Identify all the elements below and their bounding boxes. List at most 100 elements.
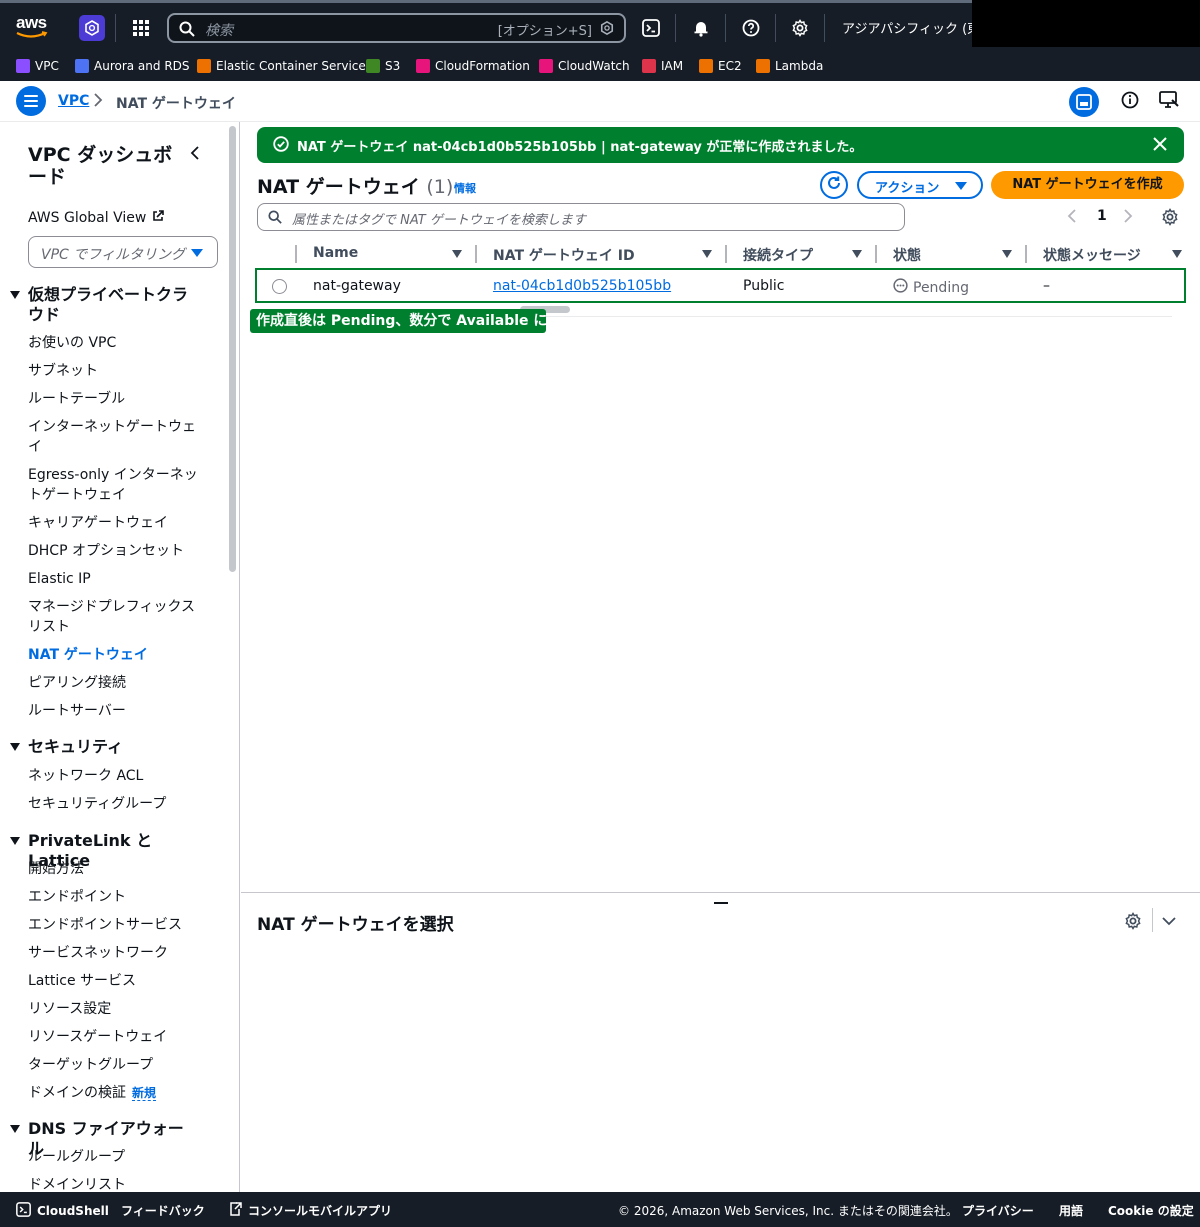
sidebar-item-nat-gateways[interactable]: NAT ゲートウェイ (28, 645, 203, 665)
amazon-q-small-icon (600, 20, 614, 39)
column-header-state-message[interactable]: 状態メッセージ (1043, 245, 1141, 265)
pagination-page-number[interactable]: 1 (1097, 208, 1107, 224)
sort-caret-icon[interactable] (852, 250, 862, 258)
sidebar-item-network-acl[interactable]: ネットワーク ACL (28, 766, 203, 786)
sidebar-item-service-networks[interactable]: サービスネットワーク (28, 943, 203, 963)
column-header-nat-id[interactable]: NAT ゲートウェイ ID (493, 245, 635, 265)
sidebar-item-lattice-services[interactable]: Lattice サービス (28, 971, 203, 991)
global-search-input[interactable]: 検索 [オプション+S] (167, 13, 626, 43)
sidebar-item-endpoints[interactable]: エンドポイント (28, 887, 203, 907)
feedback-monitor-icon[interactable] (1159, 91, 1179, 113)
footer-cloudshell-label: CloudShell (37, 1204, 109, 1218)
pagination-prev-icon[interactable] (1067, 209, 1077, 227)
search-placeholder: 検索 (205, 23, 233, 39)
split-panel-divider (241, 892, 1200, 893)
column-header-state[interactable]: 状態 (893, 245, 921, 265)
favorite-lambda[interactable]: Lambda (756, 59, 823, 73)
refresh-icon (826, 175, 842, 195)
aws-logo[interactable]: aws (16, 14, 50, 40)
column-divider (875, 245, 877, 263)
sidebar-item-carrier-gateways[interactable]: キャリアゲートウェイ (28, 513, 203, 533)
settings-gear-icon[interactable] (789, 17, 811, 39)
sidebar-section-security[interactable]: セキュリティ (10, 737, 198, 757)
sidebar-section-vpc[interactable]: 仮想プライベートクラウド (10, 285, 198, 325)
info-link[interactable]: 情報 (454, 180, 476, 196)
amazon-q-icon[interactable] (79, 15, 105, 41)
sidebar-item-security-groups[interactable]: セキュリティグループ (28, 794, 203, 814)
vpc-filter-select[interactable]: VPC でフィルタリング (28, 236, 218, 268)
sidebar-item-resource-configs[interactable]: リソース設定 (28, 999, 203, 1019)
sidebar-item-elastic-ip[interactable]: Elastic IP (28, 569, 203, 589)
table-preferences-gear-icon[interactable] (1161, 208, 1179, 230)
footer-cloudshell-button[interactable]: CloudShell (16, 1202, 109, 1220)
favorite-iam[interactable]: IAM (642, 59, 683, 73)
sidebar-item-domain-verification[interactable]: ドメインの検証 新規 (28, 1083, 203, 1103)
favorite-vpc[interactable]: VPC (16, 59, 59, 73)
footer-privacy-link[interactable]: プライバシー (962, 1202, 1034, 1219)
vpc-service-icon (16, 59, 30, 73)
column-header-connectivity-type[interactable]: 接続タイプ (743, 245, 813, 265)
column-header-name[interactable]: Name (313, 245, 358, 261)
favorite-cloudformation[interactable]: CloudFormation (416, 59, 530, 73)
sidebar-item-route-tables[interactable]: ルートテーブル (28, 389, 203, 409)
column-divider (295, 245, 297, 263)
annotation-callout: 作成直後は Pending、数分で Available に (250, 309, 547, 333)
sidebar-item-your-vpcs[interactable]: お使いの VPC (28, 333, 203, 353)
sort-caret-icon[interactable] (452, 250, 462, 258)
info-panel-icon[interactable] (1121, 91, 1139, 113)
breadcrumb-vpc-link[interactable]: VPC (58, 93, 89, 109)
ecs-service-icon (197, 59, 211, 73)
sort-caret-icon[interactable] (1172, 250, 1182, 258)
split-panel-gear-icon[interactable] (1124, 912, 1142, 934)
favorite-aurora-rds[interactable]: Aurora and RDS (75, 59, 190, 73)
sidebar-item-endpoint-services[interactable]: エンドポイントサービス (28, 915, 203, 935)
refresh-button[interactable] (820, 171, 848, 199)
footer-mobile-app-link[interactable]: コンソールモバイルアプリ (229, 1202, 392, 1219)
sidebar-item-resource-gateways[interactable]: リソースゲートウェイ (28, 1027, 203, 1047)
sidebar-scrollbar[interactable] (229, 126, 236, 572)
sort-caret-icon[interactable] (1002, 250, 1012, 258)
chevron-right-icon (93, 93, 103, 111)
footer-feedback-link[interactable]: フィードバック (121, 1202, 205, 1219)
pagination-next-icon[interactable] (1123, 209, 1133, 227)
split-panel-resize-handle[interactable] (714, 902, 728, 904)
chevron-down-icon[interactable] (1161, 913, 1177, 933)
sidebar-item-rule-groups[interactable]: ルールグループ (28, 1147, 203, 1167)
side-nav-toggle-button[interactable] (16, 86, 46, 116)
nav-divider (725, 14, 726, 42)
sort-caret-icon[interactable] (702, 250, 712, 258)
sidebar-title[interactable]: VPC ダッシュボード (28, 144, 178, 188)
bell-icon[interactable] (690, 17, 712, 39)
help-icon[interactable] (740, 17, 762, 39)
sidebar-item-getting-started[interactable]: 開始方法 (28, 859, 203, 879)
favorite-ecs[interactable]: Elastic Container Service (197, 59, 366, 73)
chevron-left-icon[interactable] (190, 146, 200, 164)
services-grid-icon[interactable] (130, 17, 152, 39)
sidebar-item-domain-lists[interactable]: ドメインリスト (28, 1175, 203, 1193)
favorite-cloudwatch[interactable]: CloudWatch (539, 59, 630, 73)
aws-global-view-link[interactable]: AWS Global View (28, 210, 165, 226)
section-label: 仮想プライベートクラウド (28, 285, 189, 324)
sidebar-item-subnets[interactable]: サブネット (28, 361, 203, 381)
sidebar-item-internet-gateways[interactable]: インターネットゲートウェイ (28, 417, 203, 457)
footer-terms-link[interactable]: 用語 (1059, 1202, 1083, 1219)
close-icon[interactable] (1152, 136, 1168, 156)
sidebar-item-route-servers[interactable]: ルートサーバー (28, 701, 203, 721)
table-filter-input[interactable]: 属性またはタグで NAT ゲートウェイを検索します (257, 203, 905, 231)
section-label: セキュリティ (28, 737, 124, 756)
create-nat-gateway-button[interactable]: NAT ゲートウェイを作成 (991, 171, 1184, 199)
sidebar-item-target-groups[interactable]: ターゲットグループ (28, 1055, 203, 1075)
cell-nat-id-link[interactable]: nat-04cb1d0b525b105bb (493, 278, 671, 294)
row-select-radio[interactable] (272, 279, 287, 294)
favorite-ec2[interactable]: EC2 (699, 59, 742, 73)
sidebar-item-dhcp-options[interactable]: DHCP オプションセット (28, 541, 203, 561)
favorite-s3[interactable]: S3 (366, 59, 400, 73)
split-panel-toggle-button[interactable] (1069, 87, 1099, 117)
cloudshell-icon[interactable] (640, 17, 662, 39)
sidebar-item-egress-only-igw[interactable]: Egress-only インターネットゲートウェイ (28, 465, 203, 505)
sidebar-item-prefix-lists[interactable]: マネージドプレフィックスリスト (28, 597, 203, 637)
footer-cookie-link[interactable]: Cookie の設定 (1108, 1202, 1194, 1219)
table-row[interactable]: nat-gateway nat-04cb1d0b525b105bb Public… (255, 268, 1186, 303)
sidebar-item-peering[interactable]: ピアリング接続 (28, 673, 203, 693)
actions-dropdown-button[interactable]: アクション (857, 171, 983, 199)
